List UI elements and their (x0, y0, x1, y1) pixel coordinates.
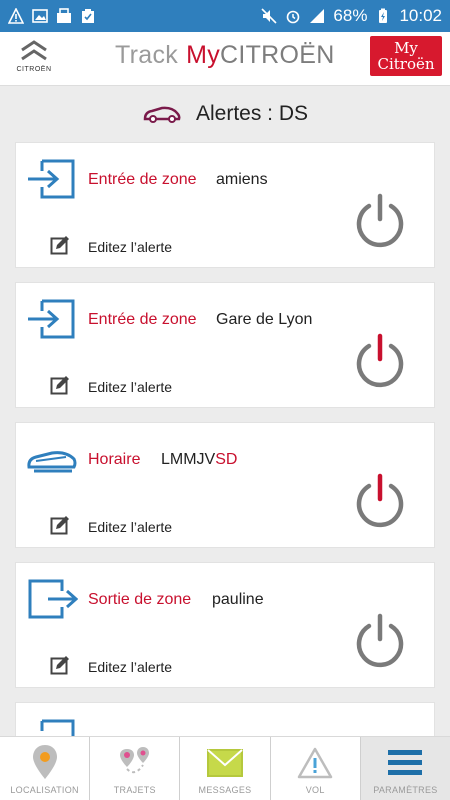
edit-icon[interactable] (50, 655, 70, 675)
alert-type-label: Sortie de zone (88, 591, 192, 608)
alarm-icon (287, 10, 300, 24)
power-toggle-icon[interactable] (352, 473, 408, 529)
zone-entry-icon (28, 159, 75, 199)
alert-value: pauline (212, 591, 264, 608)
citroen-logo[interactable]: CITROËN (12, 38, 56, 82)
warning-notification-icon (8, 8, 24, 24)
warning-icon (297, 747, 333, 779)
alert-value: LMMJVSD (161, 451, 238, 468)
edit-icon[interactable] (50, 515, 70, 535)
edit-alert-link[interactable]: Editez l’alerte (88, 519, 172, 535)
signal-icon (310, 9, 325, 23)
route-icon (119, 747, 149, 774)
alert-card[interactable]: Entrée de zone Gare de Lyon Editez l’ale… (15, 282, 435, 408)
tab-localisation[interactable]: LOCALISATION (0, 737, 91, 800)
section-header: Alertes : DS (0, 94, 450, 134)
clipboard-notification-icon (82, 9, 94, 23)
alert-type-label: Entrée de zone (88, 311, 197, 328)
mute-icon (261, 8, 277, 24)
edit-alert-link[interactable]: Editez l’alerte (88, 659, 172, 675)
mail-icon (207, 749, 243, 777)
tab-parametres[interactable]: PARAMÈTRES (360, 737, 450, 800)
gallery-notification-icon (32, 9, 48, 23)
tab-trajets[interactable]: TRAJETS (90, 737, 181, 800)
alert-card[interactable]: Sortie de zone pauline Editez l’alerte (15, 562, 435, 688)
power-toggle-icon[interactable] (352, 333, 408, 389)
alert-type-label: Entrée de zone (88, 171, 197, 188)
logo-word: CITROËN (16, 66, 52, 73)
clock: 10:02 (399, 6, 442, 25)
car-icon (143, 106, 181, 123)
page-title: Alertes : DS (195, 102, 309, 125)
battery-charging-icon (379, 8, 388, 23)
edit-icon[interactable] (50, 235, 70, 255)
app-header: CITROËN Track MyCITROËN My Citroën (0, 32, 450, 86)
alert-list[interactable]: Entrée de zone amiens Editez l’alerte En… (0, 142, 450, 736)
alert-value: amiens (216, 171, 268, 188)
edit-alert-link[interactable]: Editez l’alerte (88, 239, 172, 255)
store-notification-icon (57, 8, 71, 23)
location-pin-icon (32, 745, 57, 779)
battery-percentage: 68% (333, 6, 368, 25)
car-schedule-icon (27, 451, 77, 473)
alert-value: Gare de Lyon (216, 311, 313, 328)
status-bar: 68% 10:02 (0, 0, 450, 32)
zone-exit-icon (28, 579, 78, 619)
bottom-nav: LOCALISATION TRAJETS MESSAGES VOL PARAMÈ… (0, 736, 450, 800)
zone-entry-icon (40, 719, 75, 736)
mycitroen-button[interactable]: My Citroën (370, 36, 442, 76)
tab-vol[interactable]: VOL (271, 737, 361, 800)
citroen-chevrons-icon (21, 40, 47, 61)
edit-alert-link[interactable]: Editez l’alerte (88, 379, 172, 395)
zone-entry-icon (28, 299, 75, 339)
alert-card[interactable]: Horaire LMMJVSD Editez l’alerte (15, 422, 435, 548)
menu-icon (388, 750, 423, 775)
edit-icon[interactable] (50, 375, 70, 395)
power-toggle-icon[interactable] (352, 613, 408, 669)
alert-card[interactable]: Entrée de zone amiens Editez l’alerte (15, 142, 435, 268)
app-title: Track MyCITROËN (115, 41, 335, 69)
tab-messages[interactable]: MESSAGES (180, 737, 271, 800)
alert-card[interactable] (15, 702, 435, 736)
power-toggle-icon[interactable] (352, 193, 408, 249)
alert-type-label: Horaire (88, 451, 141, 468)
